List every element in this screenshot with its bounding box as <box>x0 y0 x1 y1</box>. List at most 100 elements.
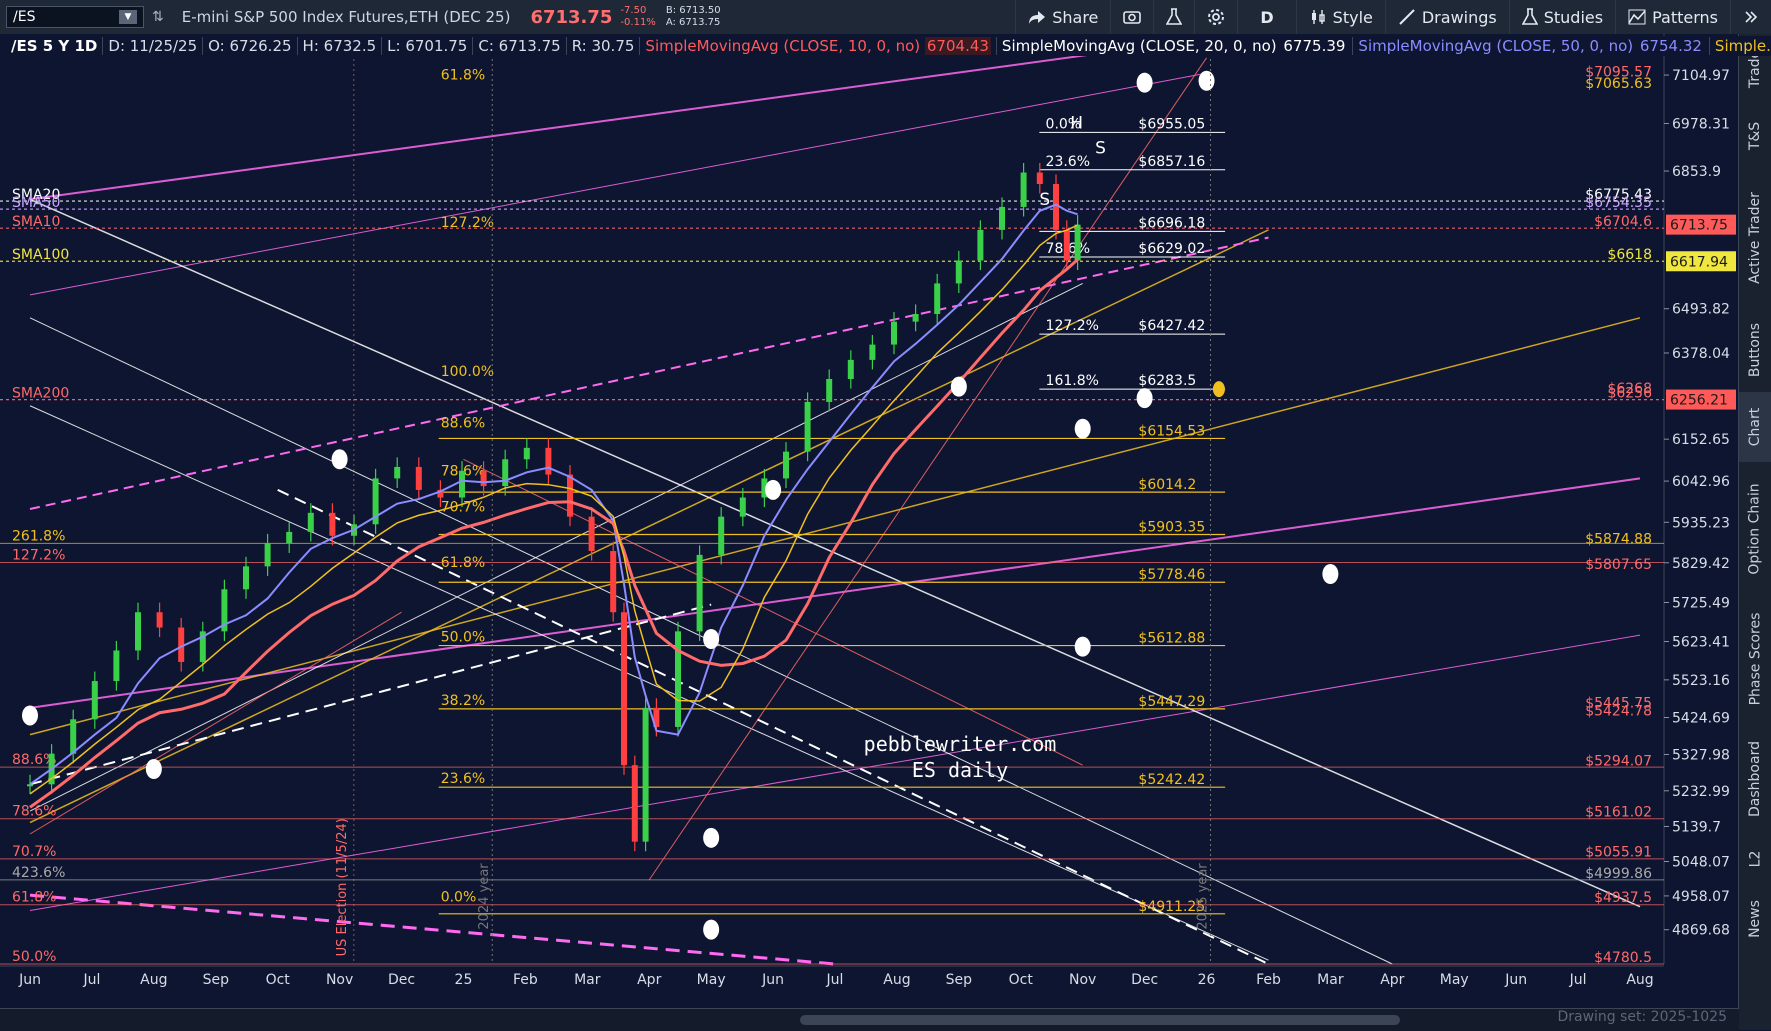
pattern-fib-value: $6283.5 <box>1138 373 1196 389</box>
fib-level-value: $5612.88 <box>1138 631 1205 647</box>
candle-body <box>329 512 336 536</box>
candle-body <box>1074 224 1081 261</box>
candle-body <box>523 447 530 460</box>
x-tick-label: Feb <box>1256 972 1281 988</box>
flask-icon <box>1521 8 1538 25</box>
legend-sma50[interactable]: SimpleMovingAvg (CLOSE, 50, 0, no) 6754.… <box>1353 37 1710 55</box>
watermark-caption: ES daily <box>911 758 1009 782</box>
snapshot-button[interactable] <box>1110 0 1153 34</box>
pattern-fib-value: $6955.05 <box>1138 116 1205 132</box>
fib-level-value: $5242.42 <box>1138 772 1205 788</box>
price-chart[interactable]: $6154.53 $6014.2 $5903.35 $5778.46 $5612.88 $… <box>0 34 1739 1008</box>
legend-close: C: 6713.75 <box>473 37 567 55</box>
legend-sma50-name: SimpleMovingAvg (CLOSE, 50, 0, no) <box>1358 37 1634 55</box>
level-label: 127.2% <box>12 548 65 564</box>
candle-body <box>27 784 33 787</box>
sidebar-item-buttons[interactable]: Buttons <box>1739 310 1771 390</box>
watermark: pebblewriter.com ES daily <box>820 731 1100 783</box>
drawings-button[interactable]: Drawings <box>1384 0 1509 34</box>
marker-dot <box>1074 636 1091 657</box>
legend-sma50-value: 6754.32 <box>1639 37 1702 55</box>
candle-body <box>91 681 98 720</box>
sma-label: SMA200 <box>12 386 69 402</box>
symbol-input[interactable]: /ES ▼ <box>6 6 144 28</box>
sidebar-item-active-trader[interactable]: Active Trader <box>1739 168 1771 308</box>
pattern-label: S <box>1095 138 1106 158</box>
flask-button[interactable] <box>1153 0 1194 34</box>
change-percent: -0.11% <box>620 17 656 28</box>
pattern-label: S <box>1039 190 1050 210</box>
x-tick-label: May <box>697 972 726 988</box>
y-tick-label: 6493.82 <box>1672 302 1730 318</box>
legend-sma10-value: 6704.43 <box>924 37 991 55</box>
marker-dot <box>703 827 720 848</box>
marker-dot <box>145 759 162 779</box>
sidebar-item-label: L2 <box>1747 850 1763 868</box>
level-label: 78.6% <box>12 804 56 820</box>
chart-background <box>0 34 1739 1008</box>
fib-level-label: 0.0% <box>441 890 477 906</box>
sidebar-item-label: Buttons <box>1747 322 1764 378</box>
vertical-annotation: US Election (11/5/24) <box>335 818 350 956</box>
price-badge-label: 6617.94 <box>1670 254 1728 270</box>
marker-dot <box>331 449 348 470</box>
sidebar-item-dashboard[interactable]: Dashboard <box>1739 724 1771 834</box>
x-tick-label: Jul <box>826 972 844 988</box>
sidebar-item-chart[interactable]: Chart <box>1739 392 1771 462</box>
legend-sma10-name: SimpleMovingAvg (CLOSE, 10, 0, no) <box>645 37 921 55</box>
sidebar-item-l2[interactable]: L2 <box>1739 836 1771 882</box>
marker-dot <box>703 919 720 940</box>
x-tick-label: Jun <box>18 972 41 988</box>
x-tick-label: Sep <box>203 972 230 988</box>
collapse-button[interactable] <box>1730 0 1771 34</box>
candle-body <box>826 379 833 402</box>
settings-button[interactable] <box>1194 0 1237 34</box>
x-tick-label: Oct <box>1009 972 1034 988</box>
legend-high: H: 6732.5 <box>298 37 383 55</box>
x-tick-label: Apr <box>1380 972 1404 988</box>
sidebar-item-label: Chart <box>1747 407 1764 447</box>
right-level-label: $5874.88 <box>1585 531 1652 547</box>
patterns-icon <box>1628 9 1646 25</box>
candle-body <box>286 531 293 544</box>
candle-body <box>891 321 897 345</box>
pattern-fib-pct: 127.2% <box>1046 318 1099 334</box>
fib-level-value: $5447.29 <box>1138 694 1205 710</box>
candle-body <box>869 344 876 360</box>
candle-body <box>642 707 649 842</box>
legend-symbol: /ES 5 Y 1D <box>6 37 104 55</box>
sidebar-item-label: Active Trader <box>1747 192 1763 284</box>
studies-button[interactable]: Studies <box>1508 0 1615 34</box>
fib-level-label: 88.6% <box>441 416 485 432</box>
chart-area[interactable]: $6154.53 $6014.2 $5903.35 $5778.46 $5612.88 $… <box>0 34 1739 1030</box>
pin-icon[interactable]: ⇅ <box>152 9 164 25</box>
period-button[interactable]: D <box>1237 0 1295 34</box>
marker-dot <box>1198 70 1215 91</box>
legend-sma10[interactable]: SimpleMovingAvg (CLOSE, 10, 0, no) 6704.… <box>640 37 997 55</box>
right-level-label: $4780.5 <box>1594 950 1652 966</box>
sidebar-item-option-chain[interactable]: Option Chain <box>1739 464 1771 594</box>
candle-body <box>588 516 595 552</box>
y-tick-label: 5327.98 <box>1672 747 1730 763</box>
legend-sma20[interactable]: SimpleMovingAvg (CLOSE, 20, 0, no) 6775.… <box>997 37 1354 55</box>
sma-label: SMA100 <box>12 247 69 263</box>
chevron-down-icon[interactable]: ▼ <box>119 10 137 24</box>
sidebar-item-news[interactable]: News <box>1739 884 1771 954</box>
sidebar-item-ts[interactable]: T&S <box>1739 106 1771 166</box>
style-button[interactable]: Style <box>1295 0 1385 34</box>
candle-body <box>394 466 401 479</box>
legend-more[interactable]: Simple... <box>1710 37 1771 55</box>
y-tick-label: 5139.7 <box>1672 819 1721 835</box>
share-button[interactable]: Share <box>1015 0 1110 34</box>
x-tick-label: Dec <box>388 972 415 988</box>
y-tick-label: 6378.04 <box>1672 346 1730 362</box>
x-tick-label: May <box>1440 972 1469 988</box>
right-level-label: $6754.35 <box>1585 195 1652 211</box>
candle-body <box>480 470 487 487</box>
scrollbar-thumb[interactable] <box>800 1015 1400 1025</box>
horizontal-scrollbar[interactable] <box>0 1008 1739 1031</box>
sidebar-item-phase-scores[interactable]: Phase Scores <box>1739 596 1771 722</box>
patterns-button[interactable]: Patterns <box>1615 0 1730 34</box>
marker-dot <box>765 479 782 500</box>
symbol-text: /ES <box>13 9 36 25</box>
